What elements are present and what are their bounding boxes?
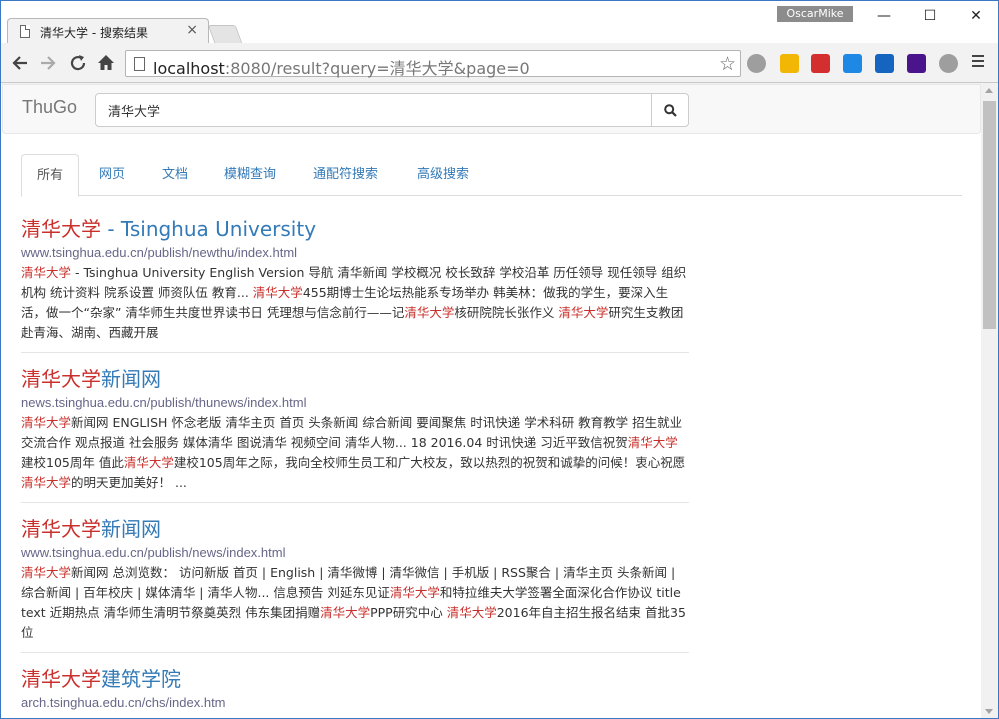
snippet-text: 核研院院长张作义 bbox=[454, 305, 559, 320]
browser-window: 清华大学 - 搜索结果 × OscarMike — ☐ ✕ localhost:… bbox=[0, 0, 999, 719]
snippet-highlight: 清华大学 bbox=[404, 305, 455, 320]
url-host: localhost bbox=[153, 59, 225, 78]
title-text: 建筑学院 bbox=[101, 667, 181, 691]
url-path: :8080/result?query=清华大学&page=0 bbox=[224, 59, 530, 78]
search-result: 清华大学新闻网 www.tsinghua.edu.cn/publish/news/… bbox=[21, 516, 689, 653]
snippet-text: 建校105周年之际，我向全校师生员工和广大校友，致以热烈的祝贺和诚挚的问候！衷心… bbox=[173, 455, 686, 470]
title-highlight: 清华大学 bbox=[21, 667, 101, 691]
result-title-link[interactable]: 清华大学建筑学院 bbox=[21, 666, 689, 692]
title-highlight: 清华大学 bbox=[21, 367, 101, 391]
url-text: localhost:8080/result?query=清华大学&page=0 bbox=[153, 55, 530, 79]
result-url: www.tsinghua.edu.cn/publish/news/index.h… bbox=[21, 545, 286, 560]
title-highlight: 清华大学 bbox=[21, 217, 101, 241]
snippet-text: PPP研究中心 bbox=[370, 605, 447, 620]
title-text: 新闻网 bbox=[101, 367, 161, 391]
diamond-extension-icon[interactable] bbox=[875, 54, 894, 73]
tab-3[interactable]: 模糊查询 bbox=[209, 154, 291, 196]
dots-extension-icon[interactable] bbox=[780, 54, 799, 73]
tab-5[interactable]: 高级搜索 bbox=[402, 154, 484, 196]
snippet-highlight: 清华大学 bbox=[389, 585, 440, 600]
close-window-button[interactable]: ✕ bbox=[953, 1, 998, 31]
snippet-highlight: 清华大学 bbox=[446, 605, 497, 620]
new-tab-button[interactable] bbox=[207, 25, 243, 43]
search-result: 清华大学建筑学院 arch.tsinghua.edu.cn/chs/index.h… bbox=[21, 666, 689, 718]
results-list: 清华大学 - Tsinghua University www.tsinghua.e… bbox=[21, 216, 689, 718]
reload-icon[interactable] bbox=[67, 52, 89, 74]
result-snippet: 清华大学 - Tsinghua University English Versi… bbox=[21, 263, 689, 343]
snippet-highlight: 清华大学 bbox=[558, 305, 609, 320]
tab-4[interactable]: 通配符搜索 bbox=[298, 154, 393, 196]
tab-0[interactable]: 所有 bbox=[21, 154, 80, 197]
result-snippet: 清华大学新闻网 总浏览数： 访问新版 首页 | English | 清华微博 |… bbox=[21, 563, 689, 643]
browser-tab[interactable]: 清华大学 - 搜索结果 × bbox=[7, 18, 209, 44]
title-text: 新闻网 bbox=[101, 517, 161, 541]
search-icon bbox=[664, 104, 677, 117]
vertical-scrollbar[interactable] bbox=[981, 84, 998, 718]
result-url: www.tsinghua.edu.cn/publish/newthu/index… bbox=[21, 245, 298, 260]
snippet-highlight: 清华大学 bbox=[21, 415, 72, 430]
result-url: arch.tsinghua.edu.cn/chs/index.htm bbox=[21, 695, 226, 710]
back-arrow-icon[interactable] bbox=[9, 52, 31, 74]
browser-toolbar: localhost:8080/result?query=清华大学&page=0 … bbox=[1, 43, 998, 83]
tab-1[interactable]: 网页 bbox=[84, 154, 140, 196]
adblock-extension-icon[interactable] bbox=[811, 54, 830, 73]
home-icon[interactable] bbox=[95, 52, 117, 74]
snippet-highlight: 清华大学 bbox=[21, 565, 72, 580]
maximize-button[interactable]: ☐ bbox=[907, 1, 953, 31]
forward-arrow-icon[interactable] bbox=[37, 52, 59, 74]
profile-badge[interactable]: OscarMike bbox=[777, 6, 853, 22]
snippet-highlight: 清华大学 bbox=[21, 265, 72, 280]
tab-2[interactable]: 文档 bbox=[147, 154, 203, 196]
result-title-link[interactable]: 清华大学新闻网 bbox=[21, 366, 689, 392]
menu-icon[interactable] bbox=[971, 53, 985, 74]
search-type-tabs: 所有 网页 文档 模糊查询 通配符搜索 高级搜索 bbox=[21, 154, 962, 197]
search-result: 清华大学新闻网 news.tsinghua.edu.cn/publish/thun… bbox=[21, 366, 689, 503]
result-url: news.tsinghua.edu.cn/publish/thunews/ind… bbox=[21, 395, 307, 410]
result-title-link[interactable]: 清华大学 - Tsinghua University bbox=[21, 216, 689, 242]
tab-title: 清华大学 - 搜索结果 bbox=[40, 26, 148, 40]
page-viewport: ThuGo 所有网页文档模糊查询通配符搜索高级搜索 清华大学 - Tsinghu… bbox=[1, 84, 998, 718]
snippet-highlight: 清华大学 bbox=[21, 475, 72, 490]
search-result: 清华大学 - Tsinghua University www.tsinghua.e… bbox=[21, 216, 689, 353]
top-navbar: ThuGo bbox=[2, 84, 981, 134]
page-favicon-icon bbox=[20, 25, 30, 38]
address-bar[interactable]: localhost:8080/result?query=清华大学&page=0 … bbox=[125, 50, 741, 79]
scroll-down-icon[interactable] bbox=[985, 709, 993, 714]
title-text: - Tsinghua University bbox=[101, 217, 317, 241]
snippet-highlight: 清华大学 bbox=[627, 435, 678, 450]
page-info-icon[interactable] bbox=[134, 57, 145, 71]
check-extension-icon[interactable] bbox=[907, 54, 926, 73]
brand-logo[interactable]: ThuGo bbox=[22, 97, 77, 118]
snippet-text: 新闻网 ENGLISH 怀念老版 清华主页 首页 头条新闻 综合新闻 要闻聚焦 … bbox=[21, 415, 683, 450]
search-button[interactable] bbox=[651, 93, 689, 127]
globe-extension-icon[interactable] bbox=[747, 54, 766, 73]
snippet-highlight: 清华大学 bbox=[252, 285, 303, 300]
download-extension-icon[interactable] bbox=[939, 54, 958, 73]
snippet-text: 建校105周年 值此 bbox=[21, 455, 124, 470]
scrollbar-thumb[interactable] bbox=[983, 101, 996, 329]
minimize-button[interactable]: — bbox=[861, 1, 907, 31]
result-snippet: 清华大学新闻网 ENGLISH 怀念老版 清华主页 首页 头条新闻 综合新闻 要… bbox=[21, 413, 689, 493]
search-input[interactable] bbox=[95, 93, 652, 127]
bookmark-star-icon[interactable]: ☆ bbox=[719, 53, 736, 75]
tab-close-icon[interactable]: × bbox=[186, 22, 198, 38]
play-extension-icon[interactable] bbox=[843, 54, 862, 73]
snippet-highlight: 清华大学 bbox=[123, 455, 174, 470]
snippet-highlight: 清华大学 bbox=[320, 605, 371, 620]
scroll-up-icon[interactable] bbox=[985, 88, 993, 93]
snippet-text: 的明天更加美好！ ... bbox=[71, 475, 187, 490]
title-highlight: 清华大学 bbox=[21, 517, 101, 541]
title-bar: 清华大学 - 搜索结果 × OscarMike — ☐ ✕ bbox=[1, 1, 998, 44]
result-title-link[interactable]: 清华大学新闻网 bbox=[21, 516, 689, 542]
